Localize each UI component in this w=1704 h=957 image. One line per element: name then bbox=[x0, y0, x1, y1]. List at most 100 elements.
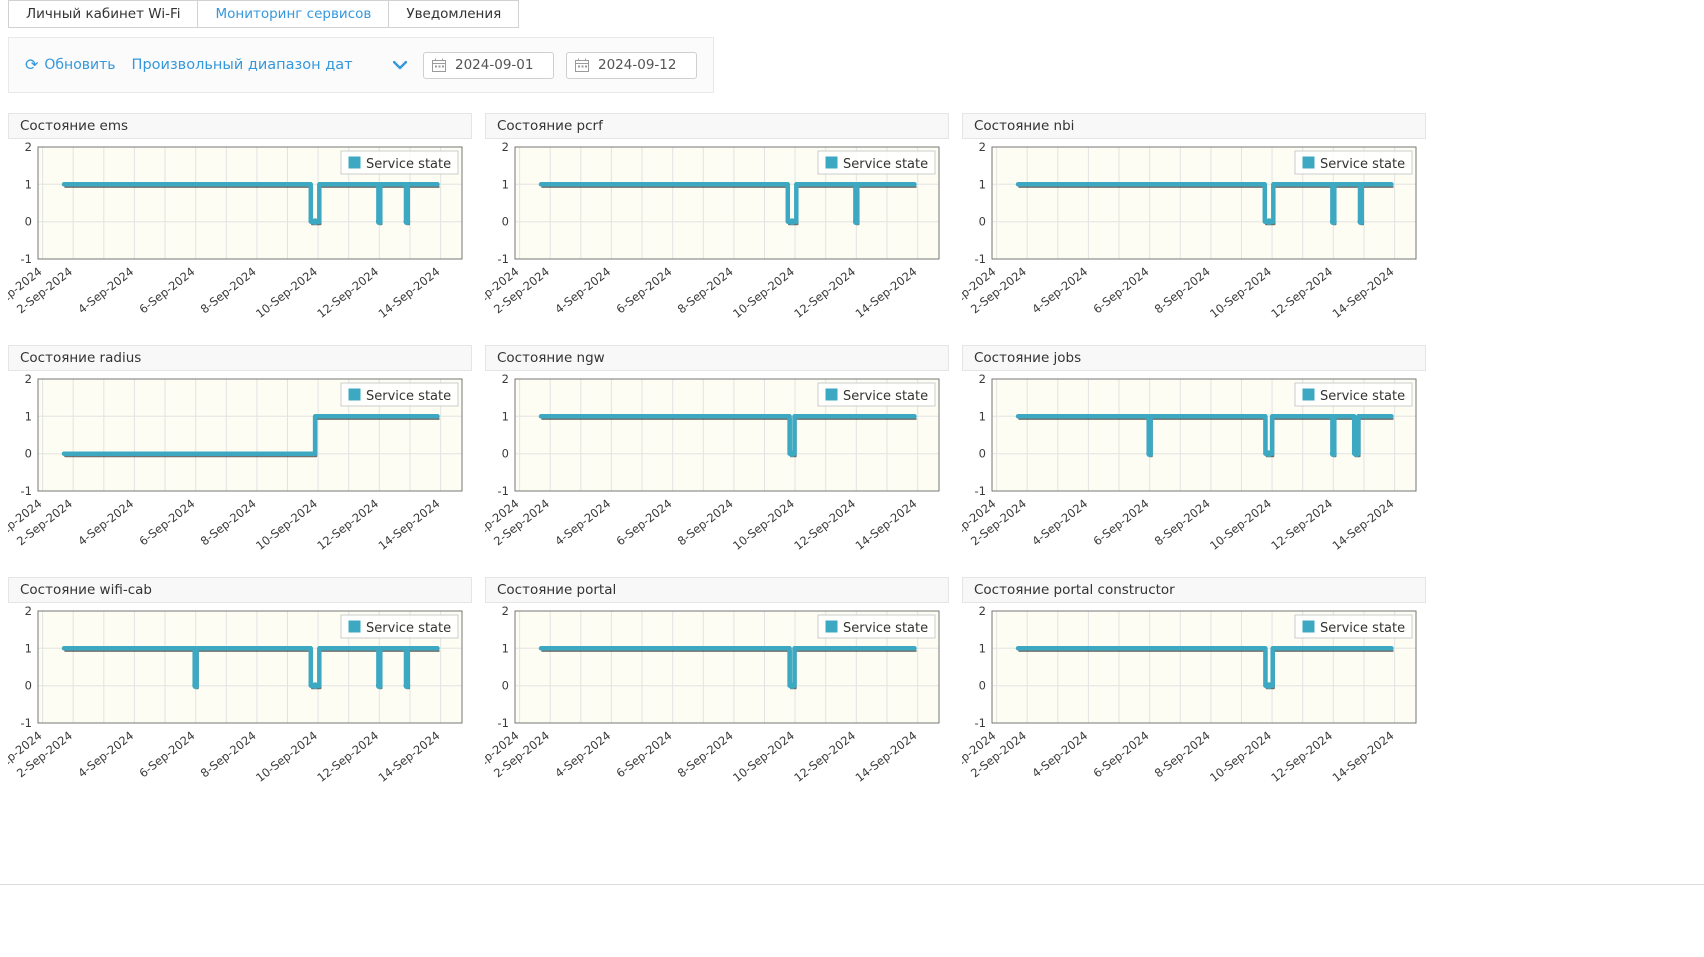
refresh-button[interactable]: ⟳ Обновить bbox=[25, 57, 116, 73]
svg-text:Service state: Service state bbox=[843, 621, 928, 636]
svg-text:4-Sep-2024: 4-Sep-2024 bbox=[552, 264, 613, 316]
svg-text:6-Sep-2024: 6-Sep-2024 bbox=[613, 728, 674, 780]
service-state-chart: -10121-Sep-20242-Sep-20244-Sep-20246-Sep… bbox=[962, 373, 1424, 558]
svg-text:14-Sep-2024: 14-Sep-2024 bbox=[1330, 728, 1397, 785]
svg-text:1: 1 bbox=[502, 641, 509, 655]
svg-text:6-Sep-2024: 6-Sep-2024 bbox=[613, 264, 674, 316]
svg-text:4-Sep-2024: 4-Sep-2024 bbox=[552, 728, 613, 780]
svg-text:12-Sep-2024: 12-Sep-2024 bbox=[1268, 264, 1335, 321]
svg-text:1: 1 bbox=[502, 409, 509, 423]
svg-text:1: 1 bbox=[25, 641, 32, 655]
svg-text:0: 0 bbox=[502, 447, 509, 461]
svg-text:1: 1 bbox=[25, 177, 32, 191]
date-range-select[interactable]: Произвольный диапазон дат bbox=[132, 57, 407, 73]
service-state-chart: -10121-Sep-20242-Sep-20244-Sep-20246-Sep… bbox=[962, 141, 1424, 326]
svg-text:10-Sep-2024: 10-Sep-2024 bbox=[253, 496, 320, 553]
svg-text:Service state: Service state bbox=[366, 389, 451, 404]
svg-text:0: 0 bbox=[979, 679, 986, 693]
svg-text:-1: -1 bbox=[975, 716, 986, 730]
chart-panel-jobs: Состояние jobs -10121-Sep-20242-Sep-2024… bbox=[962, 345, 1426, 558]
svg-text:-1: -1 bbox=[498, 252, 509, 266]
chart-title: Состояние pcrf bbox=[485, 113, 949, 139]
svg-text:10-Sep-2024: 10-Sep-2024 bbox=[1207, 264, 1274, 321]
chart-title: Состояние nbi bbox=[962, 113, 1426, 139]
tabbar: Личный кабинет Wi-Fi Мониторинг сервисов… bbox=[0, 0, 1704, 28]
svg-text:1: 1 bbox=[979, 177, 986, 191]
svg-text:6-Sep-2024: 6-Sep-2024 bbox=[136, 264, 197, 316]
svg-text:6-Sep-2024: 6-Sep-2024 bbox=[136, 728, 197, 780]
svg-text:2: 2 bbox=[979, 141, 986, 154]
svg-text:Service state: Service state bbox=[1320, 157, 1405, 172]
svg-text:12-Sep-2024: 12-Sep-2024 bbox=[314, 264, 381, 321]
svg-text:Service state: Service state bbox=[1320, 621, 1405, 636]
svg-text:8-Sep-2024: 8-Sep-2024 bbox=[1152, 496, 1213, 548]
date-from-input[interactable] bbox=[455, 57, 545, 73]
chart-panel-ems: Состояние ems -10121-Sep-20242-Sep-20244… bbox=[8, 113, 472, 326]
svg-text:2: 2 bbox=[979, 373, 986, 386]
chart-title: Состояние portal bbox=[485, 577, 949, 603]
chart-title: Состояние wifi-cab bbox=[8, 577, 472, 603]
svg-text:1: 1 bbox=[25, 409, 32, 423]
chevron-down-icon bbox=[393, 61, 407, 70]
svg-text:2: 2 bbox=[25, 141, 32, 154]
footer-divider bbox=[0, 884, 1704, 885]
svg-text:10-Sep-2024: 10-Sep-2024 bbox=[730, 496, 797, 553]
chart-panel-wifi-cab: Состояние wifi-cab -10121-Sep-20242-Sep-… bbox=[8, 577, 472, 790]
svg-text:8-Sep-2024: 8-Sep-2024 bbox=[1152, 728, 1213, 780]
svg-text:4-Sep-2024: 4-Sep-2024 bbox=[75, 496, 136, 548]
svg-text:8-Sep-2024: 8-Sep-2024 bbox=[675, 264, 736, 316]
charts-grid: Состояние ems -10121-Sep-20242-Sep-20244… bbox=[8, 113, 1704, 790]
svg-text:8-Sep-2024: 8-Sep-2024 bbox=[198, 496, 259, 548]
svg-text:12-Sep-2024: 12-Sep-2024 bbox=[1268, 728, 1335, 785]
svg-text:6-Sep-2024: 6-Sep-2024 bbox=[136, 496, 197, 548]
svg-text:2: 2 bbox=[979, 605, 986, 618]
svg-text:14-Sep-2024: 14-Sep-2024 bbox=[853, 496, 920, 553]
svg-text:-1: -1 bbox=[498, 716, 509, 730]
svg-text:8-Sep-2024: 8-Sep-2024 bbox=[1152, 264, 1213, 316]
date-from-field[interactable] bbox=[423, 52, 554, 79]
tab-personal-cabinet[interactable]: Личный кабинет Wi-Fi bbox=[8, 0, 198, 28]
service-state-chart: -10121-Sep-20242-Sep-20244-Sep-20246-Sep… bbox=[962, 605, 1424, 790]
chart-panel-nbi: Состояние nbi -10121-Sep-20242-Sep-20244… bbox=[962, 113, 1426, 326]
svg-text:12-Sep-2024: 12-Sep-2024 bbox=[791, 728, 858, 785]
svg-text:0: 0 bbox=[502, 215, 509, 229]
svg-text:Service state: Service state bbox=[366, 157, 451, 172]
service-state-chart: -10121-Sep-20242-Sep-20244-Sep-20246-Sep… bbox=[8, 141, 470, 326]
refresh-label: Обновить bbox=[44, 57, 115, 73]
svg-text:4-Sep-2024: 4-Sep-2024 bbox=[75, 728, 136, 780]
svg-text:8-Sep-2024: 8-Sep-2024 bbox=[675, 496, 736, 548]
service-state-chart: -10121-Sep-20242-Sep-20244-Sep-20246-Sep… bbox=[485, 373, 947, 558]
svg-text:Service state: Service state bbox=[1320, 389, 1405, 404]
svg-text:2: 2 bbox=[502, 141, 509, 154]
svg-text:8-Sep-2024: 8-Sep-2024 bbox=[198, 728, 259, 780]
date-range-select-value: Произвольный диапазон дат bbox=[132, 57, 353, 73]
svg-text:4-Sep-2024: 4-Sep-2024 bbox=[1029, 496, 1090, 548]
svg-text:10-Sep-2024: 10-Sep-2024 bbox=[253, 728, 320, 785]
svg-text:0: 0 bbox=[979, 215, 986, 229]
service-state-chart: -10121-Sep-20242-Sep-20244-Sep-20246-Sep… bbox=[485, 605, 947, 790]
date-to-field[interactable] bbox=[566, 52, 697, 79]
tab-service-monitoring[interactable]: Мониторинг сервисов bbox=[197, 0, 389, 28]
svg-text:14-Sep-2024: 14-Sep-2024 bbox=[376, 728, 443, 785]
service-state-chart: -10121-Sep-20242-Sep-20244-Sep-20246-Sep… bbox=[8, 373, 470, 558]
svg-text:14-Sep-2024: 14-Sep-2024 bbox=[376, 496, 443, 553]
chart-panel-ngw: Состояние ngw -10121-Sep-20242-Sep-20244… bbox=[485, 345, 949, 558]
svg-text:-1: -1 bbox=[21, 716, 32, 730]
svg-text:4-Sep-2024: 4-Sep-2024 bbox=[1029, 728, 1090, 780]
refresh-icon: ⟳ bbox=[25, 57, 38, 73]
svg-text:10-Sep-2024: 10-Sep-2024 bbox=[730, 264, 797, 321]
svg-text:2: 2 bbox=[25, 373, 32, 386]
tab-notifications[interactable]: Уведомления bbox=[388, 0, 519, 28]
svg-text:0: 0 bbox=[25, 215, 32, 229]
chart-panel-portal-constructor: Состояние portal constructor -10121-Sep-… bbox=[962, 577, 1426, 790]
date-to-input[interactable] bbox=[598, 57, 688, 73]
svg-text:14-Sep-2024: 14-Sep-2024 bbox=[1330, 264, 1397, 321]
svg-text:12-Sep-2024: 12-Sep-2024 bbox=[314, 728, 381, 785]
svg-text:6-Sep-2024: 6-Sep-2024 bbox=[1090, 264, 1151, 316]
svg-text:1: 1 bbox=[979, 409, 986, 423]
calendar-icon bbox=[432, 58, 446, 72]
svg-text:10-Sep-2024: 10-Sep-2024 bbox=[253, 264, 320, 321]
svg-text:0: 0 bbox=[502, 679, 509, 693]
svg-text:12-Sep-2024: 12-Sep-2024 bbox=[791, 264, 858, 321]
svg-text:8-Sep-2024: 8-Sep-2024 bbox=[675, 728, 736, 780]
